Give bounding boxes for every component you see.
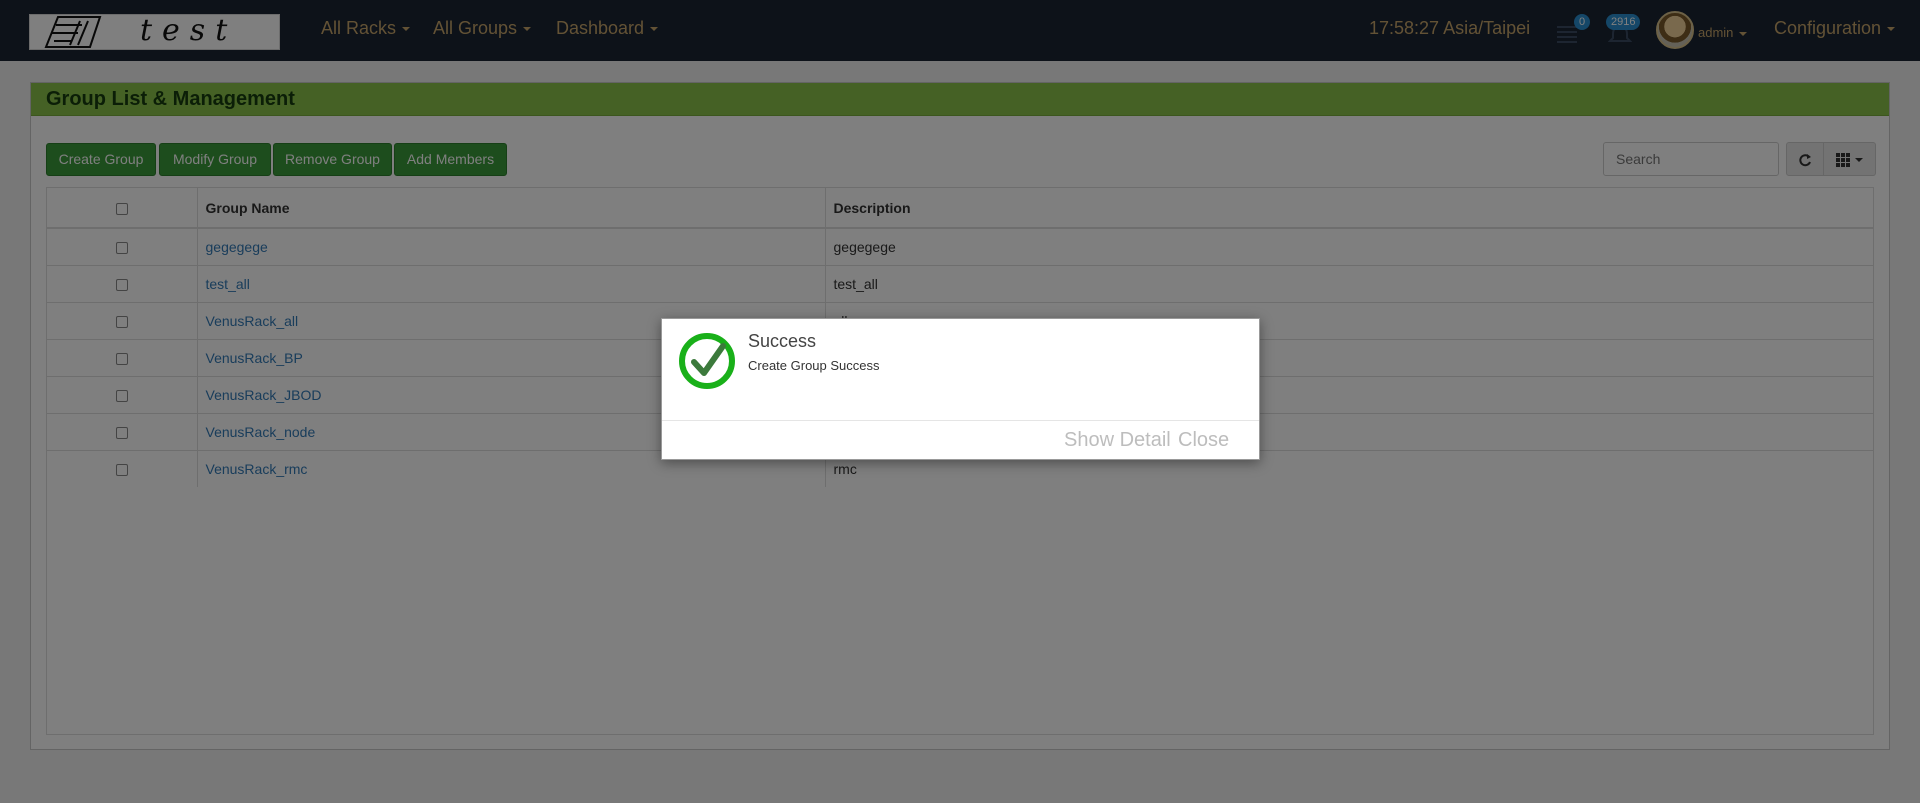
checkmark-icon [691,343,726,376]
show-detail-button[interactable]: Show Detail [1064,429,1171,452]
dialog-message: Create Group Success [748,358,880,373]
success-dialog: Success Create Group Success Show Detail… [661,318,1260,460]
dialog-body: Success Create Group Success [662,319,1259,419]
check-circle-icon [679,333,735,389]
close-button[interactable]: Close [1178,429,1229,452]
dialog-footer: Show Detail Close [662,420,1259,459]
dialog-title: Success [748,331,817,351]
